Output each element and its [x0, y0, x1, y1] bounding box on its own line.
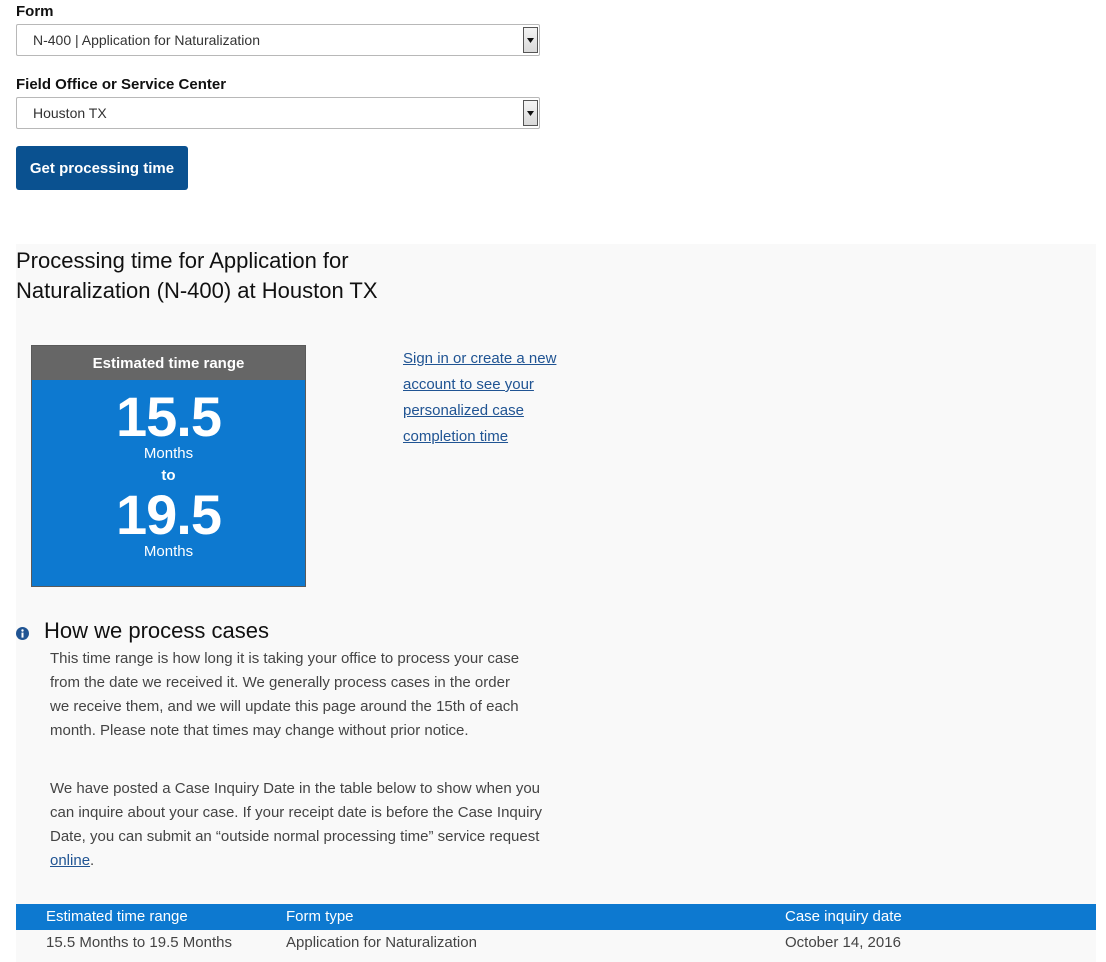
column-header: Estimated time range — [46, 908, 188, 925]
min-time-unit: Months — [143, 445, 194, 462]
min-time-value: 15.5 — [116, 385, 222, 448]
table-cell: 15.5 Months to 19.5 Months — [46, 934, 232, 951]
office-select-value: Houston TX — [33, 105, 107, 121]
chevron-down-icon[interactable] — [523, 27, 538, 53]
how-paragraph-1: This time range is how long it is taking… — [50, 650, 520, 739]
info-icon — [16, 627, 29, 640]
table-row: 15.5 Months to 19.5 Months Application f… — [16, 930, 1096, 956]
online-link[interactable]: online — [50, 852, 90, 869]
office-label: Field Office or Service Center — [16, 76, 227, 93]
card-header: Estimated time range — [32, 346, 305, 380]
estimated-time-card: Estimated time range 15.5 Months to 19.5… — [31, 345, 306, 587]
how-paragraph-2-end: . — [90, 852, 95, 869]
how-paragraph-2-text: We have posted a Case Inquiry Date in th… — [50, 780, 542, 845]
max-time-value: 19.5 — [116, 483, 222, 546]
chevron-down-icon[interactable] — [523, 100, 538, 126]
column-header: Case inquiry date — [785, 908, 902, 925]
office-select[interactable]: Houston TX — [16, 97, 540, 129]
results-title: Processing time for Application for Natu… — [16, 248, 378, 303]
table-cell: October 14, 2016 — [785, 934, 901, 951]
form-label: Form — [16, 3, 54, 20]
results-panel: Processing time for Application for Natu… — [16, 244, 1096, 962]
table-cell: Application for Naturalization — [286, 934, 477, 951]
form-select[interactable]: N-400 | Application for Naturalization — [16, 24, 540, 56]
get-processing-time-button[interactable]: Get processing time — [16, 146, 188, 190]
how-paragraph-2: We have posted a Case Inquiry Date in th… — [50, 777, 545, 873]
column-header: Form type — [286, 908, 354, 925]
form-select-value: N-400 | Application for Naturalization — [33, 32, 260, 48]
max-time-unit: Months — [143, 543, 194, 560]
signin-link[interactable]: Sign in or create a new account to see y… — [403, 346, 593, 450]
table-header: Estimated time range Form type Case inqu… — [16, 904, 1096, 930]
how-we-process-title: How we process cases — [44, 618, 269, 643]
processing-table: Estimated time range Form type Case inqu… — [16, 904, 1096, 956]
